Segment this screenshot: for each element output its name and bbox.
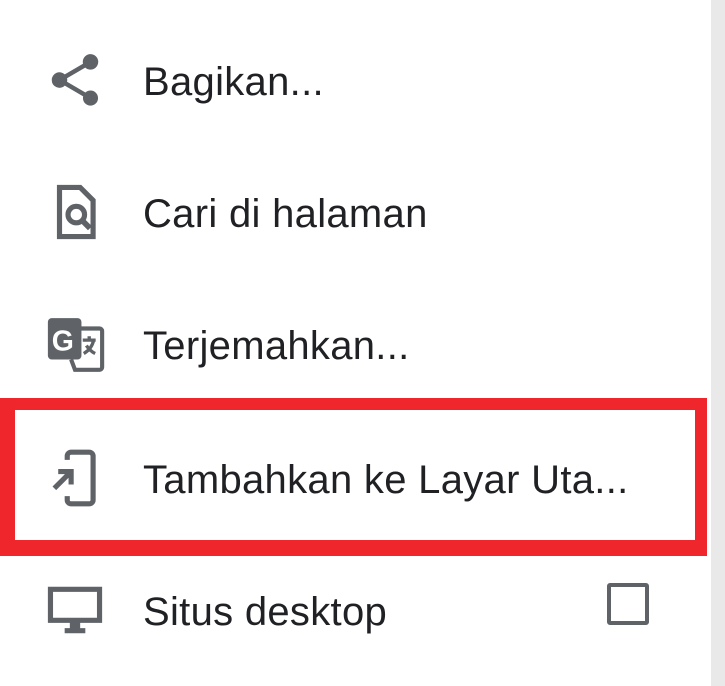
- menu-item-label: Terjemahkan...: [143, 324, 410, 368]
- menu-item-label: Tambahkan ke Layar Uta...: [143, 458, 629, 502]
- menu-item-translate[interactable]: G Terjemahkan...: [0, 278, 711, 410]
- add-to-home-screen-icon: [44, 447, 106, 509]
- menu-item-label: Situs desktop: [143, 590, 388, 634]
- desktop-site-checkbox[interactable]: [607, 583, 649, 625]
- translate-icon: G: [44, 313, 106, 375]
- menu-item-share[interactable]: Bagikan...: [0, 14, 711, 146]
- find-in-page-icon: [44, 181, 106, 243]
- svg-text:G: G: [52, 325, 74, 357]
- menu-item-label: Cari di halaman: [143, 192, 428, 236]
- menu-item-desktop-site[interactable]: Situs desktop: [0, 544, 711, 676]
- menu-item-add-to-home-screen[interactable]: Tambahkan ke Layar Uta...: [0, 412, 711, 544]
- share-icon: [44, 49, 106, 111]
- menu-edge: [711, 0, 725, 686]
- menu-item-label: Bagikan...: [143, 60, 324, 104]
- desktop-icon: [44, 579, 106, 641]
- menu-item-find-in-page[interactable]: Cari di halaman: [0, 146, 711, 278]
